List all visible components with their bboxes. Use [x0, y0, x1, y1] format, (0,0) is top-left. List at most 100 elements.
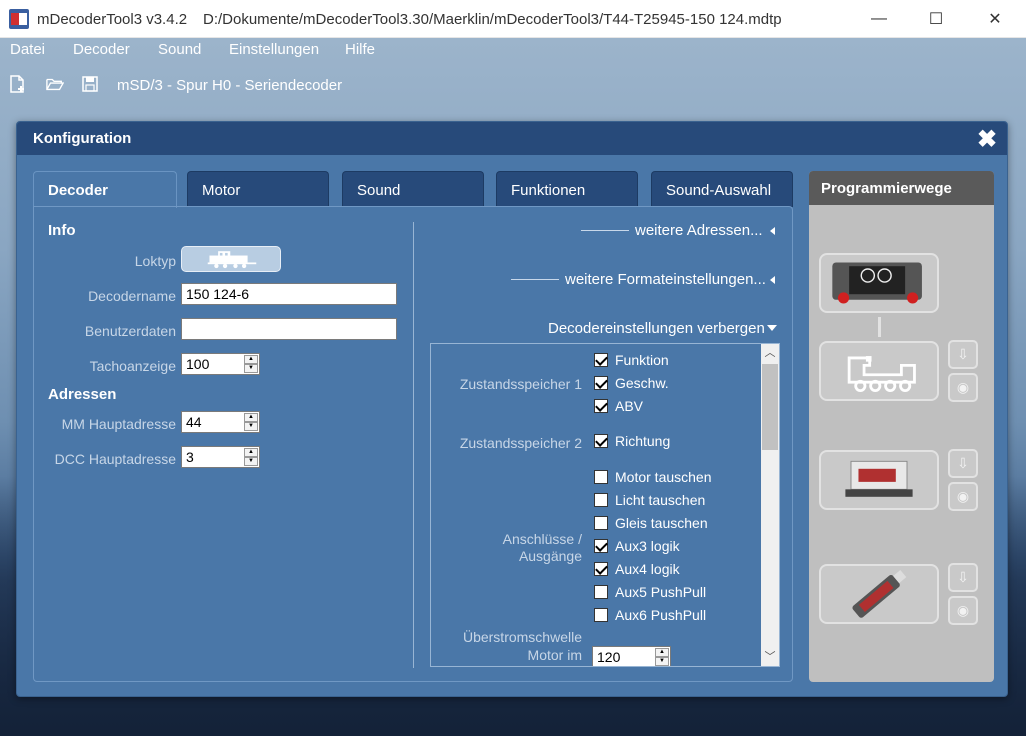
- menu-hilfe[interactable]: Hilfe: [345, 41, 375, 58]
- gleis-tauschen-label: Gleis tauschen: [615, 515, 708, 531]
- spin-down-icon[interactable]: ▼: [655, 657, 669, 666]
- central-station-card[interactable]: [819, 253, 939, 313]
- ueberstromschwelle-arrows: ▲ ▼: [655, 648, 669, 666]
- view-decoder-button[interactable]: ◉: [948, 373, 978, 402]
- maximize-button[interactable]: ☐: [907, 0, 965, 38]
- decoder-settings-list[interactable]: Zustandsspeicher 1 Zustandsspeicher 2 An…: [430, 343, 780, 667]
- motor-tauschen-checkbox[interactable]: [594, 470, 608, 484]
- download-icon: ⇩: [957, 569, 969, 585]
- mm-hauptadresse-stepper[interactable]: 44 ▲ ▼: [181, 411, 260, 433]
- configuration-dialog: Konfiguration ✖ Decoder Motor Sound Funk…: [16, 121, 1008, 697]
- ueberstromschwelle-stepper[interactable]: 120 ▲ ▼: [592, 646, 671, 666]
- tab-motor-label: Motor: [202, 182, 241, 199]
- programming-track-card[interactable]: [819, 341, 939, 401]
- aux6-pushpull-checkbox[interactable]: [594, 608, 608, 622]
- spin-up-icon[interactable]: ▲: [655, 648, 669, 657]
- decodername-label: Decodername: [88, 288, 176, 304]
- download-icon: ⇩: [957, 346, 969, 362]
- decodername-input[interactable]: [181, 283, 397, 305]
- central-station-icon: [832, 262, 922, 304]
- file-path: D:/Dokumente/mDecoderTool3.30/Maerklin/m…: [203, 11, 782, 28]
- menu-datei[interactable]: Datei: [10, 41, 45, 58]
- view-decoder-button[interactable]: ◉: [948, 596, 978, 625]
- view-decoder-button[interactable]: ◉: [948, 482, 978, 511]
- close-icon: ✖: [976, 126, 998, 153]
- tab-motor[interactable]: Motor: [187, 171, 329, 207]
- menu-einstellungen[interactable]: Einstellungen: [229, 41, 319, 58]
- anschluesse-label-line1: Anschlüsse /: [502, 531, 582, 547]
- zustandsspeicher-1-label: Zustandsspeicher 1: [459, 376, 582, 392]
- richtung-label: Richtung: [615, 433, 671, 449]
- spin-up-icon[interactable]: ▲: [244, 448, 258, 457]
- funktion-checkbox[interactable]: [594, 353, 608, 367]
- save-icon[interactable]: [81, 75, 99, 93]
- scroll-down-icon[interactable]: ﹀: [761, 648, 779, 666]
- dcc-hauptadresse-stepper[interactable]: 3 ▲ ▼: [181, 446, 260, 468]
- abv-checkbox[interactable]: [594, 399, 608, 413]
- aux3-logik-checkbox[interactable]: [594, 539, 608, 553]
- read-decoder-button[interactable]: ⇩: [948, 449, 978, 478]
- spin-up-icon[interactable]: ▲: [244, 413, 258, 422]
- richtung-checkbox[interactable]: [594, 434, 608, 448]
- decoder-type-title: mSD/3 - Spur H0 - Seriendecoder: [117, 77, 343, 94]
- eye-icon: ◉: [956, 602, 970, 618]
- scroll-up-icon[interactable]: ︿: [761, 344, 779, 362]
- tab-sound-auswahl[interactable]: Sound-Auswahl: [651, 171, 793, 207]
- programmierwege-panel: Programmierwege ⇩ ◉ ⇩ ◉ ⇩ ◉: [809, 171, 994, 682]
- open-folder-icon[interactable]: [46, 75, 64, 93]
- dialog-title: Konfiguration: [33, 130, 132, 147]
- aux5-pushpull-checkbox[interactable]: [594, 585, 608, 599]
- aux3-logik-label: Aux3 logik: [615, 538, 680, 554]
- tab-funktionen[interactable]: Funktionen: [496, 171, 638, 207]
- menu-sound[interactable]: Sound: [158, 41, 201, 58]
- tab-decoder[interactable]: Decoder: [33, 171, 177, 208]
- spin-up-icon[interactable]: ▲: [244, 355, 258, 364]
- funktion-label: Funktion: [615, 352, 669, 368]
- spin-down-icon[interactable]: ▼: [244, 364, 258, 373]
- window-titlebar: mDecoderTool3 v3.4.2 D:/Dokumente/mDecod…: [0, 0, 1026, 38]
- gleis-tauschen-checkbox[interactable]: [594, 516, 608, 530]
- decodereinstellungen-verbergen-link[interactable]: Decodereinstellungen verbergen: [548, 320, 765, 337]
- link-line: [511, 279, 559, 280]
- eye-icon: ◉: [956, 379, 970, 395]
- new-file-icon[interactable]: [8, 75, 26, 93]
- geschw-checkbox[interactable]: [594, 376, 608, 390]
- weitere-formateinstellungen-link[interactable]: weitere Formateinstellungen...: [565, 271, 766, 288]
- benutzerdaten-input[interactable]: [181, 318, 397, 340]
- tab-sound-auswahl-label: Sound-Auswahl: [666, 182, 772, 199]
- loktyp-button[interactable]: [181, 246, 281, 272]
- aux4-logik-checkbox[interactable]: [594, 562, 608, 576]
- loktyp-label: Loktyp: [134, 253, 176, 269]
- tachoanzeige-label: Tachoanzeige: [89, 358, 176, 374]
- app-icon: [9, 9, 29, 29]
- usb-stick-card[interactable]: [819, 564, 939, 624]
- dialog-close-button[interactable]: ✖: [975, 125, 999, 153]
- scroll-thumb[interactable]: [762, 364, 778, 450]
- mm-hauptadresse-label: MM Hauptadresse: [61, 416, 176, 432]
- menu-decoder[interactable]: Decoder: [73, 41, 130, 58]
- expand-down-icon[interactable]: [767, 325, 777, 331]
- tachoanzeige-stepper[interactable]: 100 ▲ ▼: [181, 353, 260, 375]
- tab-funktionen-label: Funktionen: [511, 182, 586, 199]
- collapse-left-icon[interactable]: [770, 276, 775, 284]
- minimize-button[interactable]: —: [850, 0, 908, 38]
- decoder-programmer-card[interactable]: [819, 450, 939, 510]
- menu-bar: Datei Decoder Sound Einstellungen Hilfe: [0, 38, 1026, 62]
- window-close-button[interactable]: ✕: [966, 0, 1024, 38]
- read-decoder-button[interactable]: ⇩: [948, 340, 978, 369]
- tab-sound[interactable]: Sound: [342, 171, 484, 207]
- spin-down-icon[interactable]: ▼: [244, 457, 258, 466]
- close-icon: ✕: [988, 11, 1002, 28]
- link-line: [581, 230, 629, 231]
- licht-tauschen-checkbox[interactable]: [594, 493, 608, 507]
- adressen-heading: Adressen: [48, 386, 117, 403]
- weitere-adressen-link[interactable]: weitere Adressen...: [635, 222, 763, 239]
- tachoanzeige-value: 100: [186, 356, 210, 372]
- motor-tauschen-label: Motor tauschen: [615, 469, 712, 485]
- collapse-left-icon[interactable]: [770, 227, 775, 235]
- aux6-pushpull-label: Aux6 PushPull: [615, 607, 707, 623]
- read-decoder-button[interactable]: ⇩: [948, 563, 978, 592]
- settings-scrollbar[interactable]: ︿ ﹀: [761, 344, 779, 666]
- column-divider: [413, 222, 414, 668]
- spin-down-icon[interactable]: ▼: [244, 422, 258, 431]
